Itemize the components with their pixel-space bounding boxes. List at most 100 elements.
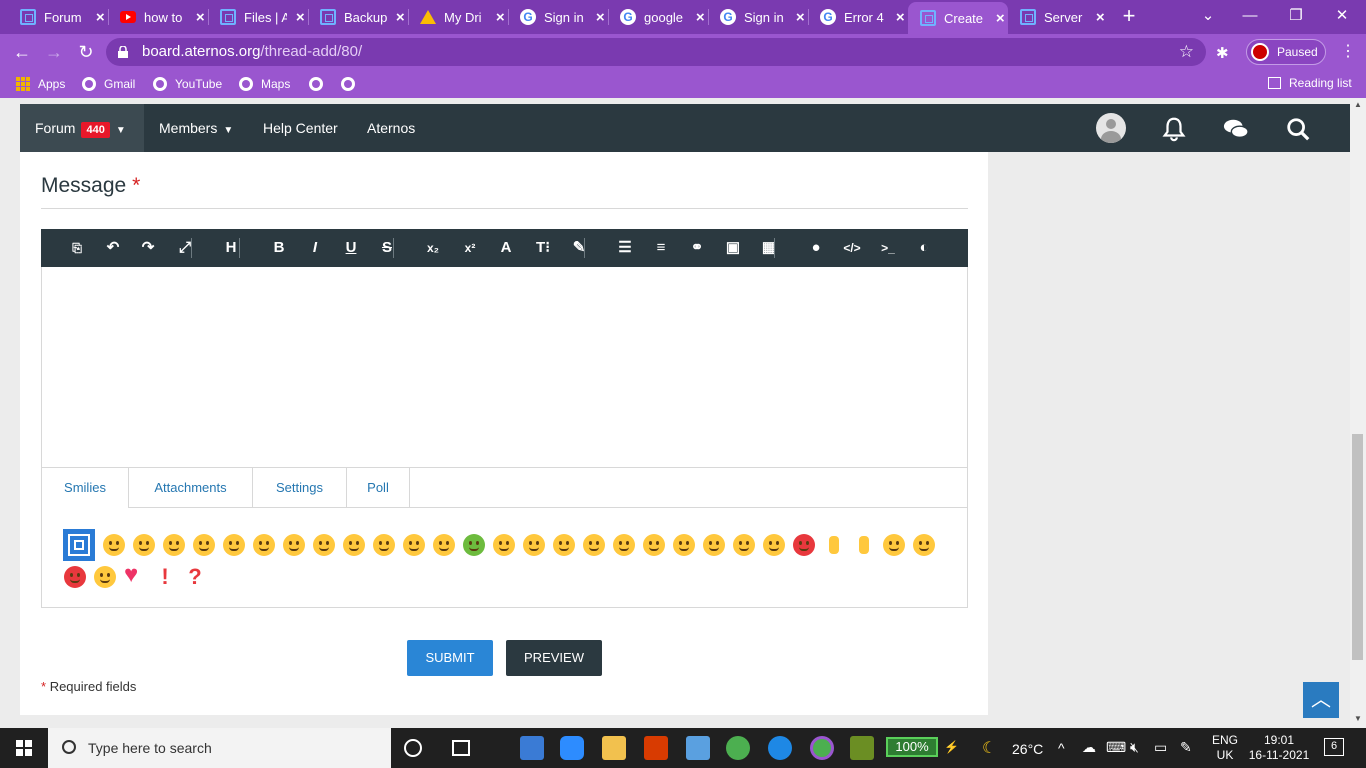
submit-button[interactable]: SUBMIT	[407, 640, 493, 676]
start-button[interactable]	[0, 728, 48, 768]
close-tab-icon[interactable]: ×	[293, 9, 308, 26]
zoom-icon[interactable]	[560, 736, 584, 760]
redo-icon[interactable]: ↷	[130, 229, 166, 267]
list-icon[interactable]: ☰	[607, 229, 643, 267]
smiley-tired-icon[interactable]	[493, 534, 515, 556]
close-tab-icon[interactable]: ×	[793, 9, 808, 26]
scroll-up-icon[interactable]: ▲	[1353, 100, 1363, 110]
font-color-icon[interactable]: A	[488, 229, 524, 267]
minimize-icon[interactable]: —	[1230, 4, 1270, 28]
pen-icon[interactable]: ✎	[1180, 739, 1192, 756]
extensions-icon[interactable]: ✱	[1216, 44, 1234, 62]
network-icon[interactable]: ⌨	[1106, 739, 1126, 756]
file-explorer-desktop-icon[interactable]	[520, 736, 544, 760]
bookmark-star-icon[interactable]: ☆	[1179, 38, 1194, 66]
underline-icon[interactable]: U	[333, 229, 369, 267]
bookmark-apps[interactable]: Apps	[16, 76, 65, 92]
smiley-neutral-icon[interactable]	[373, 534, 395, 556]
cloud-icon[interactable]: ☁	[1082, 739, 1096, 756]
profile-button[interactable]: Paused	[1246, 39, 1326, 65]
smiley-shock-icon[interactable]	[763, 534, 785, 556]
smiley-cry-icon[interactable]	[283, 534, 305, 556]
clock[interactable]: 19:01 16-11-2021	[1244, 733, 1314, 763]
code-icon[interactable]: </>	[834, 229, 870, 267]
restore-icon[interactable]: ❐	[1276, 4, 1316, 28]
superscript-icon[interactable]: x²	[452, 229, 488, 267]
notification-center-icon[interactable]: 6	[1324, 738, 1344, 756]
smiley-angry-icon[interactable]	[313, 534, 335, 556]
bookmark-untitled[interactable]	[309, 76, 331, 92]
source-code-icon[interactable]: ⎘	[59, 229, 95, 267]
smiley-confused-icon[interactable]	[643, 534, 665, 556]
close-tab-icon[interactable]: ×	[93, 9, 108, 26]
browser-tab[interactable]: G Sign in ×	[708, 4, 809, 30]
edge-icon[interactable]	[768, 736, 792, 760]
task-view-icon[interactable]	[452, 740, 470, 756]
smiley-thumb-icon[interactable]	[823, 534, 845, 556]
smiley-tongue-icon[interactable]	[403, 534, 425, 556]
file-explorer-icon[interactable]	[602, 736, 626, 760]
back-arrow-icon[interactable]: ←	[10, 40, 34, 64]
volume-muted-icon[interactable]: 🔇︎	[1130, 739, 1139, 756]
tab-poll[interactable]: Poll	[347, 468, 410, 508]
scroll-thumb[interactable]	[1352, 434, 1363, 660]
smiley-cool-icon[interactable]	[613, 534, 635, 556]
smiley-frown-icon[interactable]	[133, 534, 155, 556]
cortana-icon[interactable]	[404, 739, 422, 757]
office-icon[interactable]	[644, 736, 668, 760]
page-scrollbar[interactable]: ▲ ▼	[1350, 98, 1366, 728]
close-tab-icon[interactable]: ×	[193, 9, 208, 26]
bell-icon[interactable]	[1160, 116, 1188, 142]
language-indicator[interactable]: ENG UK	[1212, 733, 1238, 763]
smiley-smile-icon[interactable]	[103, 534, 125, 556]
moon-weather-icon[interactable]: ☾	[982, 738, 996, 758]
tab-smilies[interactable]: Smilies	[42, 468, 129, 509]
heading-icon[interactable]: H	[213, 229, 249, 267]
nav-members[interactable]: Members ▼	[159, 104, 233, 152]
smiley-smile-icon[interactable]	[94, 566, 116, 588]
chrome-icon[interactable]	[726, 736, 750, 760]
smiley-shock-icon[interactable]	[433, 534, 455, 556]
inline-code-icon[interactable]: >_	[870, 229, 906, 267]
tab-attachments[interactable]: Attachments	[129, 468, 253, 508]
close-tab-icon[interactable]: ×	[493, 9, 508, 26]
message-editor[interactable]	[41, 267, 968, 467]
tab-settings[interactable]: Settings	[253, 468, 347, 508]
new-tab-button[interactable]: +	[1118, 5, 1140, 27]
smiley-unamused-icon[interactable]	[583, 534, 605, 556]
browser-tab[interactable]: G Sign in ×	[508, 4, 609, 30]
smiley-heart-icon[interactable]	[124, 561, 146, 589]
spoiler-icon[interactable]: ◐	[906, 229, 942, 267]
link-icon[interactable]: ⚭	[679, 229, 715, 267]
close-tab-icon[interactable]: ×	[893, 9, 908, 26]
preview-button[interactable]: PREVIEW	[506, 640, 602, 676]
minecraft-icon[interactable]	[850, 736, 874, 760]
bookmark-untitled[interactable]	[341, 76, 363, 92]
undo-icon[interactable]: ↶	[95, 229, 131, 267]
browser-tab[interactable]: Files | A ×	[208, 4, 309, 30]
align-icon[interactable]: ≡	[643, 229, 679, 267]
bold-icon[interactable]: B	[261, 229, 297, 267]
fullscreen-icon[interactable]: ⤢	[167, 229, 203, 267]
browser-tab[interactable]: G google ×	[608, 4, 709, 30]
smiley-red-icon[interactable]	[64, 566, 86, 588]
smiley-upside-icon[interactable]	[553, 534, 575, 556]
temperature[interactable]: 26°C	[1012, 741, 1043, 757]
close-window-icon[interactable]: ✕	[1322, 4, 1362, 28]
quote-icon[interactable]: ●	[798, 229, 834, 267]
nav-forum[interactable]: Forum 440 ▼	[20, 104, 144, 152]
smiley-kiss-icon[interactable]	[343, 534, 365, 556]
bookmark-gmail[interactable]: Gmail	[82, 76, 135, 92]
smiley-surprised-icon[interactable]	[673, 534, 695, 556]
smiley-laugh-icon[interactable]	[253, 534, 275, 556]
font-size-icon[interactable]: T⁝	[525, 229, 561, 267]
nav-aternos[interactable]: Aternos	[367, 104, 415, 152]
reading-list-button[interactable]: Reading list	[1268, 76, 1352, 90]
smiley-love-icon[interactable]	[733, 534, 755, 556]
smiley-think-icon[interactable]	[523, 534, 545, 556]
smiley-whistle-icon[interactable]	[913, 534, 935, 556]
browser-tab[interactable]: how to ×	[108, 4, 209, 30]
forward-arrow-icon[interactable]: →	[42, 40, 66, 64]
nav-help-center[interactable]: Help Center	[263, 104, 338, 152]
close-tab-icon[interactable]: ×	[693, 9, 708, 26]
